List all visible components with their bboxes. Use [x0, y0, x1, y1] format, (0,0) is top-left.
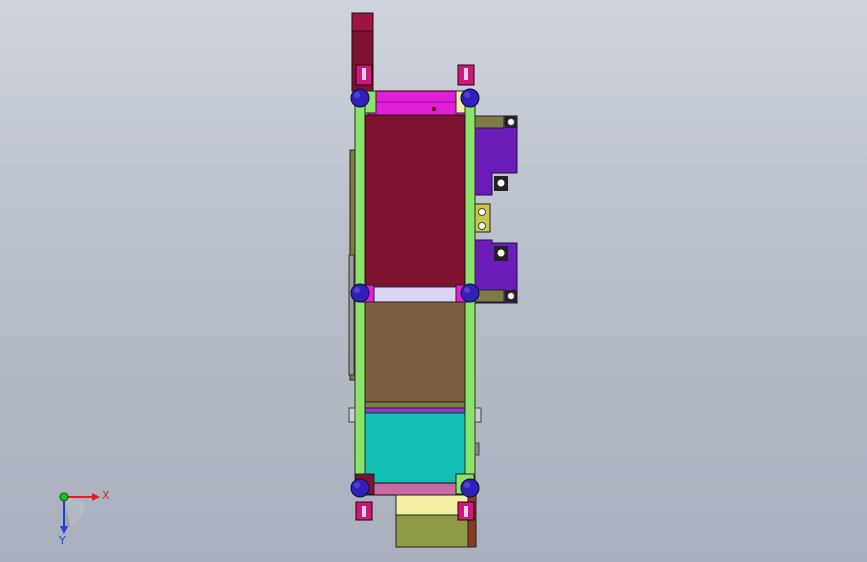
top-rail	[367, 90, 467, 116]
cad-viewport[interactable]	[0, 0, 867, 562]
orientation-triad: X Y	[58, 489, 110, 547]
middle-crossbar	[364, 286, 466, 303]
bolt-mid-left	[350, 283, 370, 303]
x-axis-label: X	[102, 489, 110, 502]
middle-block	[364, 301, 466, 403]
bolt-top-right	[460, 88, 480, 108]
bolt-mid-right	[460, 283, 480, 303]
upper-block	[364, 114, 466, 288]
y-axis-label: Y	[58, 534, 66, 547]
bolt-top-left	[350, 88, 370, 108]
triad-origin	[59, 492, 69, 502]
top-riser-cap	[351, 12, 374, 32]
lower-block	[364, 412, 466, 484]
bottom-rail	[364, 482, 466, 496]
bolt-bottom-left	[350, 478, 370, 498]
bolt-bottom-right	[460, 478, 480, 498]
